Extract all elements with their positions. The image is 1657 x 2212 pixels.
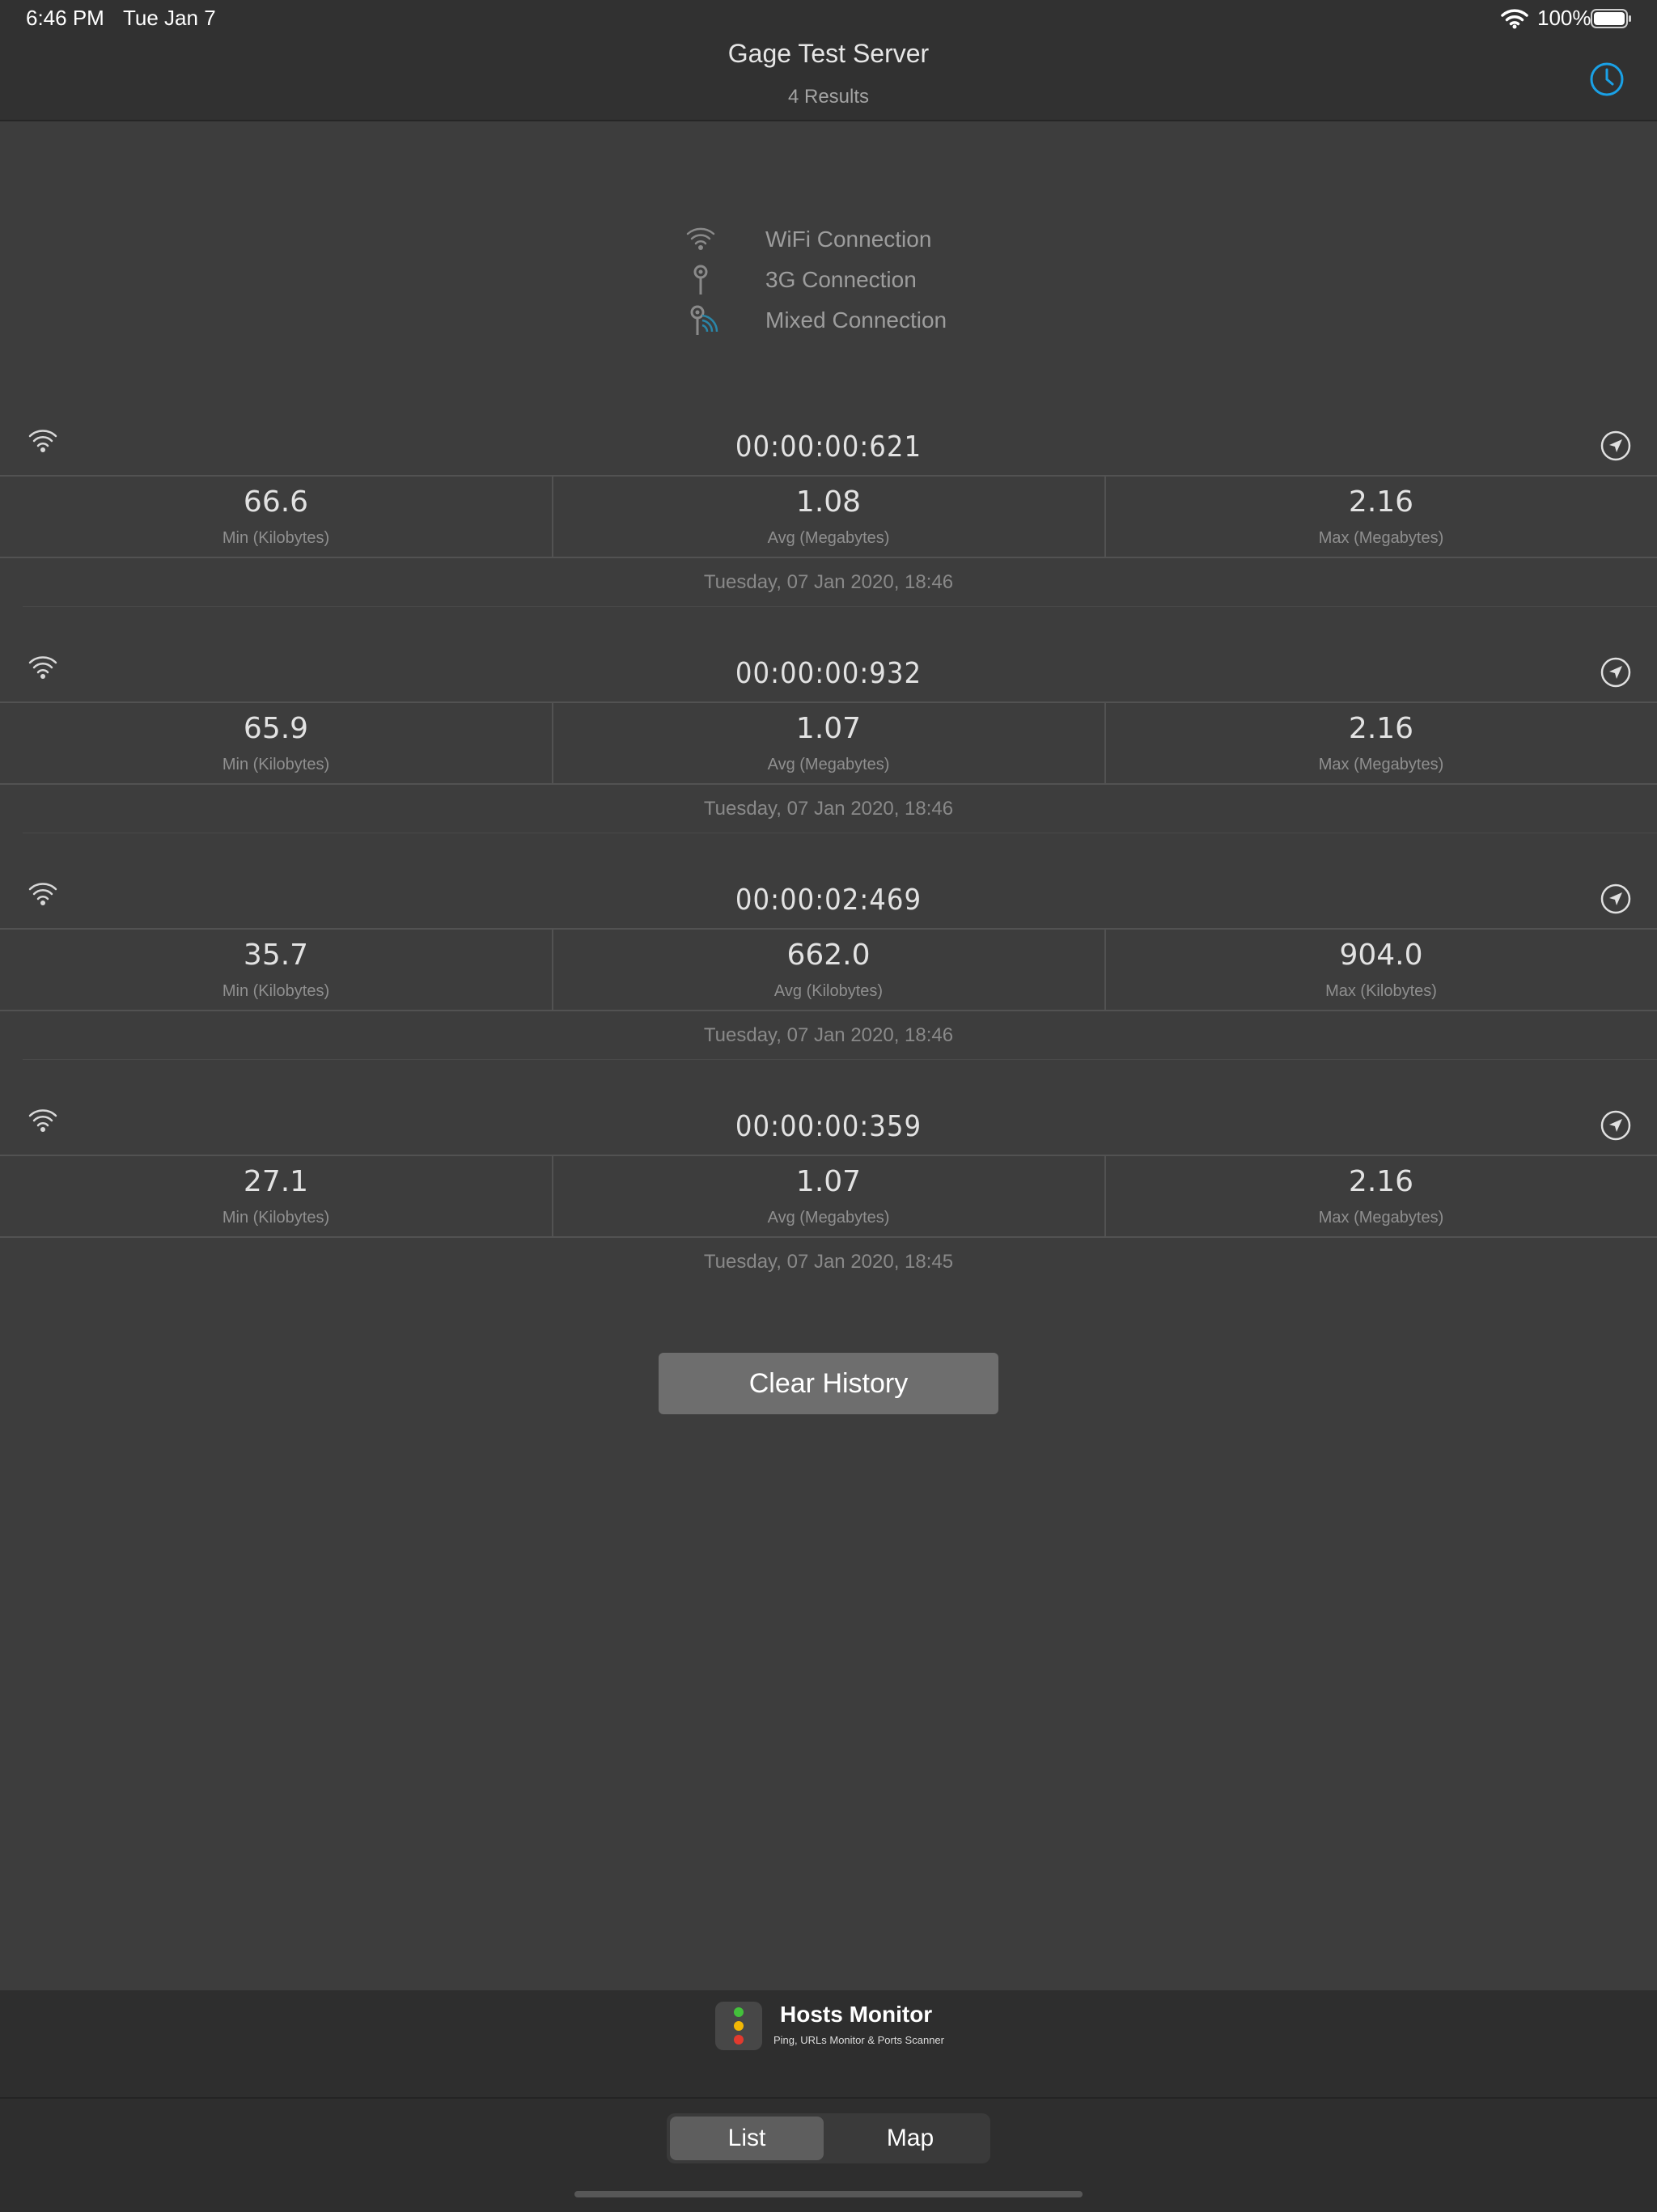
min-label: Min (Kilobytes)	[222, 756, 330, 773]
min-label: Min (Kilobytes)	[222, 982, 330, 1000]
divider	[0, 557, 1657, 558]
location-button[interactable]	[1600, 430, 1631, 461]
min-value: 66.6	[243, 485, 309, 519]
max-value: 904.0	[1339, 939, 1423, 972]
navigation-header: 6:46 PM Tue Jan 7 100% Gage Test Server …	[0, 0, 1657, 121]
cellular-icon	[683, 264, 718, 296]
mixed-connection-icon	[683, 304, 718, 337]
result-date: Tuesday, 07 Jan 2020, 18:46	[703, 571, 954, 593]
battery-percentage: 100%	[1537, 6, 1591, 30]
avg-value: 1.07	[795, 1165, 862, 1198]
divider	[0, 1236, 1657, 1238]
divider	[0, 701, 1657, 703]
avg-label: Avg (Megabytes)	[767, 1209, 890, 1227]
legend-wifi-label: WiFi Connection	[765, 227, 932, 252]
traffic-light-logo-icon	[715, 2002, 762, 2050]
location-arrow-icon	[1600, 884, 1631, 914]
location-arrow-icon	[1600, 657, 1631, 688]
avg-label: Avg (Megabytes)	[767, 756, 890, 773]
result-date: Tuesday, 07 Jan 2020, 18:45	[703, 1251, 954, 1273]
status-time: 6:46 PM	[26, 6, 104, 30]
result-date: Tuesday, 07 Jan 2020, 18:46	[703, 798, 954, 820]
divider	[23, 606, 1657, 607]
divider	[0, 1155, 1657, 1156]
location-arrow-icon	[1600, 1110, 1631, 1141]
history-button[interactable]	[1587, 60, 1626, 99]
divider	[23, 1059, 1657, 1060]
result-item[interactable]: 00:00:02:469 35.7 Min (Kilobytes) 662.0 …	[0, 864, 1657, 1091]
result-item[interactable]: 00:00:00:359 27.1 Min (Kilobytes) 1.07 A…	[0, 1091, 1657, 1317]
min-label: Min (Kilobytes)	[222, 1209, 330, 1227]
location-button[interactable]	[1600, 884, 1631, 914]
avg-label: Avg (Kilobytes)	[773, 982, 884, 1000]
avg-value: 1.08	[795, 485, 862, 519]
bottom-toolbar: List Map	[0, 2097, 1657, 2212]
min-value: 35.7	[243, 939, 309, 972]
tab-map[interactable]: Map	[833, 2117, 987, 2160]
max-value: 2.16	[1348, 1165, 1414, 1198]
min-label: Min (Kilobytes)	[222, 529, 330, 547]
max-label: Max (Megabytes)	[1318, 756, 1444, 773]
hosts-monitor-banner[interactable]: Hosts Monitor Ping, URLs Monitor & Ports…	[0, 1990, 1657, 2097]
max-label: Max (Megabytes)	[1318, 529, 1444, 547]
banner-title: Hosts Monitor	[780, 2002, 933, 2027]
avg-value: 662.0	[786, 939, 871, 972]
avg-label: Avg (Megabytes)	[767, 529, 890, 547]
divider	[0, 928, 1657, 930]
clock-icon	[1590, 62, 1624, 96]
result-date: Tuesday, 07 Jan 2020, 18:46	[703, 1024, 954, 1046]
legend-3g-label: 3G Connection	[765, 267, 917, 292]
legend-mixed-label: Mixed Connection	[765, 307, 947, 333]
result-duration: 00:00:00:932	[735, 657, 922, 690]
min-value: 65.9	[243, 712, 309, 745]
battery-icon	[1591, 8, 1633, 33]
divider	[0, 1010, 1657, 1011]
wifi-icon	[683, 223, 718, 256]
location-button[interactable]	[1600, 1110, 1631, 1141]
banner-tagline: Ping, URLs Monitor & Ports Scanner	[773, 2034, 944, 2046]
avg-value: 1.07	[795, 712, 862, 745]
result-duration: 00:00:02:469	[735, 884, 922, 917]
max-value: 2.16	[1348, 485, 1414, 519]
status-date: Tue Jan 7	[123, 6, 216, 30]
status-wifi-icon	[1501, 8, 1528, 33]
result-duration: 00:00:00:621	[735, 430, 922, 464]
result-duration: 00:00:00:359	[735, 1110, 922, 1143]
page-title: Gage Test Server	[727, 39, 930, 68]
results-count: 4 Results	[787, 86, 870, 108]
tab-list[interactable]: List	[670, 2117, 824, 2160]
location-arrow-icon	[1600, 430, 1631, 461]
divider	[0, 475, 1657, 477]
divider	[0, 783, 1657, 785]
max-label: Max (Kilobytes)	[1325, 982, 1437, 1000]
max-value: 2.16	[1348, 712, 1414, 745]
home-indicator	[574, 2191, 1083, 2197]
max-label: Max (Megabytes)	[1318, 1209, 1444, 1227]
view-segmented-control[interactable]: List Map	[667, 2113, 990, 2163]
result-item[interactable]: 00:00:00:621 66.6 Min (Kilobytes) 1.08 A…	[0, 411, 1657, 638]
result-item[interactable]: 00:00:00:932 65.9 Min (Kilobytes) 1.07 A…	[0, 638, 1657, 864]
location-button[interactable]	[1600, 657, 1631, 688]
min-value: 27.1	[243, 1165, 309, 1198]
clear-history-button[interactable]: Clear History	[659, 1353, 998, 1414]
